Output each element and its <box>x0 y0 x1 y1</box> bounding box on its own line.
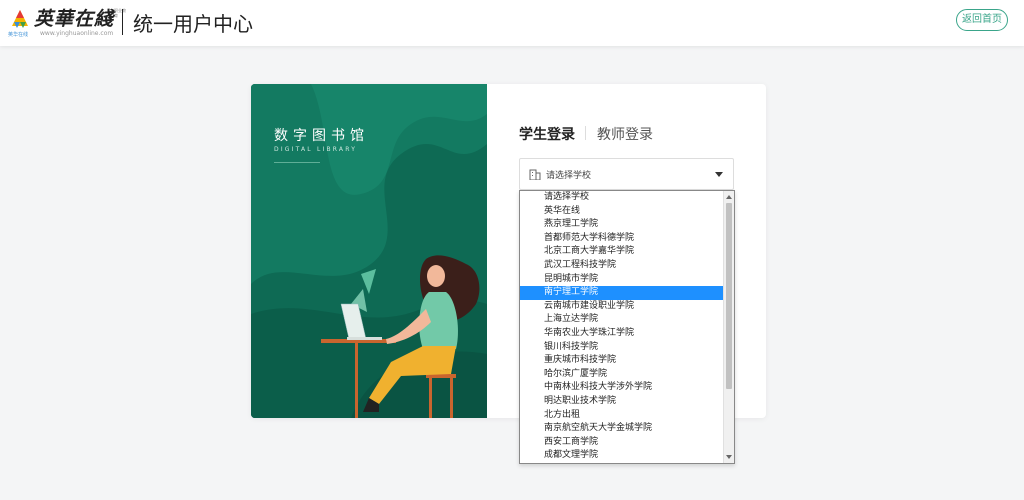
school-option[interactable]: 英华在线 <box>520 205 724 219</box>
page-title: 统一用户中心 <box>133 12 253 36</box>
school-option[interactable]: 北京工商大学嘉华学院 <box>520 245 724 259</box>
back-home-button[interactable]: 返回首页 <box>956 9 1008 31</box>
logo-tagline: 职业教育 <box>114 8 126 18</box>
building-icon <box>529 169 541 180</box>
school-select[interactable]: 请选择学校 <box>519 158 734 190</box>
tab-separator <box>585 126 586 140</box>
scrollbar-thumb[interactable] <box>726 203 732 389</box>
promo-underline <box>274 162 320 163</box>
scroll-down-icon[interactable] <box>726 455 732 459</box>
school-option[interactable]: 重庆城市科技学院 <box>520 354 724 368</box>
header-divider <box>122 9 123 35</box>
school-option[interactable]: 昆明城市学院 <box>520 273 724 287</box>
school-select-value: 请选择学校 <box>546 171 592 181</box>
school-option[interactable]: 成都文理学院 <box>520 449 724 463</box>
tab-teacher-login[interactable]: 教师登录 <box>597 124 653 144</box>
school-option[interactable]: 南京航空航天大学金城学院 <box>520 422 724 436</box>
scroll-up-icon[interactable] <box>726 195 732 199</box>
school-option[interactable]: 中南林业科技大学涉外学院 <box>520 381 724 395</box>
school-option[interactable]: 北方出租 <box>520 409 724 423</box>
promo-panel: 数字图书馆 DIGITAL LIBRARY <box>251 84 487 418</box>
logo-script-text: 英華在綫 <box>34 8 115 30</box>
top-header: 英華在綫 职业教育 www.yinghuaonline.com 英华在线 统一用… <box>0 0 1024 46</box>
tab-student-login[interactable]: 学生登录 <box>519 124 575 144</box>
school-dropdown-list[interactable]: 请选择学校 英华在线 燕京理工学院 首都师范大学科德学院 北京工商大学嘉华学院 武汉工程科… <box>519 190 735 464</box>
school-option[interactable]: 明达职业技术学院 <box>520 395 724 409</box>
school-option[interactable]: 武汉工程科技学院 <box>520 259 724 273</box>
logo-brand-small: 英华在线 <box>8 32 29 38</box>
school-option[interactable]: 南宁理工学院 <box>520 286 724 300</box>
school-option[interactable]: 华南农业大学珠江学院 <box>520 327 724 341</box>
logo-url: www.yinghuaonline.com <box>40 30 114 37</box>
brand-logo[interactable]: 英華在綫 职业教育 www.yinghuaonline.com 英华在线 <box>8 4 126 40</box>
chevron-down-icon <box>715 172 723 177</box>
promo-title: 数字图书馆 <box>274 128 369 144</box>
school-option[interactable]: 燕京理工学院 <box>520 218 724 232</box>
school-option[interactable]: 银川科技学院 <box>520 341 724 355</box>
school-option[interactable]: 首都师范大学科德学院 <box>520 232 724 246</box>
school-options: 请选择学校 英华在线 燕京理工学院 首都师范大学科德学院 北京工商大学嘉华学院 武汉工程科… <box>520 191 724 463</box>
school-option[interactable]: 西安工商学院 <box>520 436 724 450</box>
dropdown-scrollbar[interactable] <box>723 191 734 463</box>
school-option[interactable]: 云南城市建设职业学院 <box>520 300 724 314</box>
promo-subtitle: DIGITAL LIBRARY <box>274 146 358 153</box>
school-option[interactable]: 上海立达学院 <box>520 313 724 327</box>
school-option[interactable]: 哈尔滨广厦学院 <box>520 368 724 382</box>
school-option[interactable]: 请选择学校 <box>520 191 724 205</box>
